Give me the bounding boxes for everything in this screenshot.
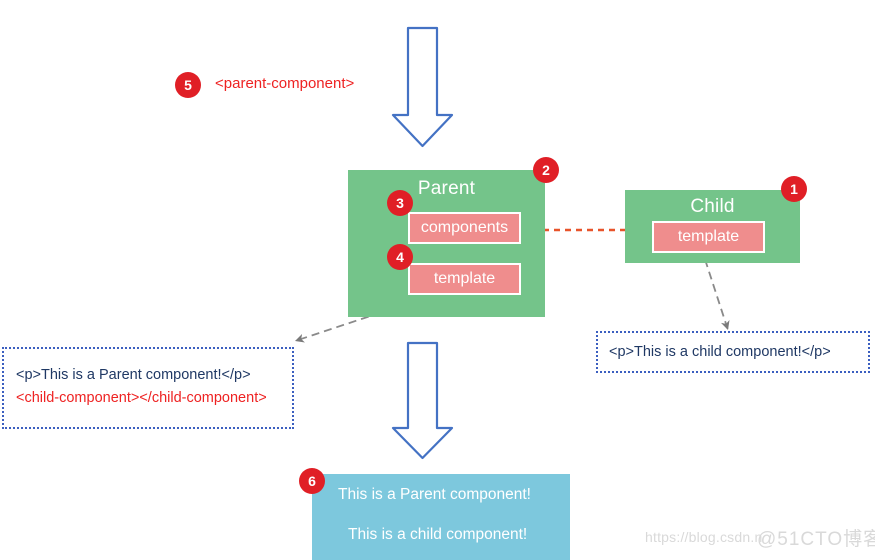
block-arrow-down-bottom (391, 341, 454, 460)
result-line-child: This is a child component! (348, 526, 528, 543)
watermark-url: https://blog.csdn.n (645, 529, 763, 545)
parent-code-line-1: <p>This is a Parent component!</p> (16, 367, 251, 383)
child-code-line-1: <p>This is a child component!</p> (609, 344, 831, 360)
block-arrow-down-top (391, 26, 454, 148)
badge-1: 1 (781, 176, 807, 202)
parent-components-slot: components (408, 212, 521, 244)
parent-template-slot: template (408, 263, 521, 295)
badge-2: 2 (533, 157, 559, 183)
badge-4: 4 (387, 244, 413, 270)
badge-6: 6 (299, 468, 325, 494)
child-component-title: Child (690, 196, 735, 217)
parent-code-box: <p>This is a Parent component!</p> <chil… (2, 347, 294, 429)
badge-3: 3 (387, 190, 413, 216)
parent-code-line-2: <child-component></child-component> (16, 390, 267, 406)
child-template-slot: template (652, 221, 765, 253)
parent-component-title: Parent (417, 178, 476, 199)
parent-component-tag-label: <parent-component> (215, 75, 355, 92)
child-code-box: <p>This is a child component!</p> (596, 331, 870, 373)
badge-5: 5 (175, 72, 201, 98)
child-component-box: Child template (625, 190, 800, 263)
parent-component-box: Parent components template (348, 170, 545, 317)
rendered-result-box: This is a Parent component! This is a ch… (312, 474, 570, 560)
result-line-parent: This is a Parent component! (338, 486, 531, 503)
watermark-brand: @51CTO博客 (757, 529, 875, 550)
diagram-canvas: 5 <parent-component> Parent components t… (0, 0, 875, 560)
